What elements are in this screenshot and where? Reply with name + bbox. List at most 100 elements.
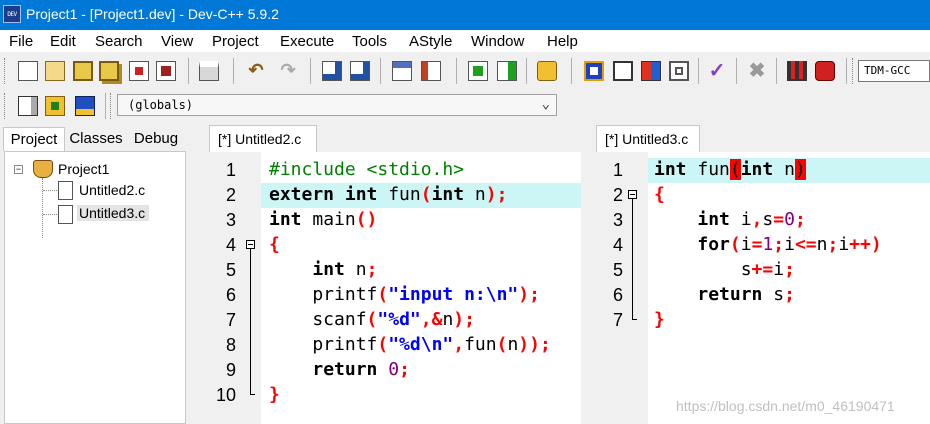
code-line: for(i=1;i<=n;i++) [697,234,882,255]
tree-connector [42,178,44,238]
menu-view[interactable]: View [161,33,193,50]
goto-bookmark-icon[interactable] [75,96,95,116]
project-tree: − Project1 Untitled2.c Untitled3.c [4,151,186,424]
file-icon [58,205,73,224]
line-number: 1 [612,160,623,180]
line-number: 5 [225,260,236,280]
replace-icon[interactable] [350,61,370,81]
collapse-toggle-icon[interactable]: − [14,165,23,174]
tab-project[interactable]: Project [3,127,65,151]
project-folder-icon [33,160,53,178]
find-icon[interactable] [322,61,342,81]
toolbar-separator [188,58,189,84]
code-line: extern int fun(int n); [269,184,508,205]
menu-search[interactable]: Search [95,33,143,50]
line-number: 7 [225,310,236,330]
save-icon[interactable] [73,61,93,81]
remove-from-project-icon[interactable] [497,61,517,81]
compiler-select[interactable]: TDM-GCC [858,60,930,82]
chevron-down-icon[interactable]: ⌄ [542,96,550,112]
scope-value: (globals) [128,98,194,112]
toolbar-grip[interactable] [852,58,856,84]
syntax-check-icon[interactable]: ✓ [707,61,727,81]
toolbar-grip[interactable] [4,93,8,119]
line-number: 9 [225,360,236,380]
devcpp-app-icon[interactable]: DEV [3,5,21,23]
compile-icon[interactable] [584,61,604,81]
editor-untitled2: [*] Untitled2.c 1 2 3 4 5 6 7 8 9 10 #in… [206,122,586,424]
window-title: Project1 - [Project1.dev] - Dev-C++ 5.9.… [26,6,279,22]
delete-profile-icon[interactable] [815,61,835,81]
profile-chart-icon[interactable] [787,61,807,81]
fold-line [632,199,633,319]
redo-icon[interactable]: ↷ [278,61,298,81]
menu-project[interactable]: Project [212,33,259,50]
fold-toggle-icon[interactable] [246,240,255,249]
file-icon [58,181,73,200]
add-to-project-icon[interactable] [468,61,488,81]
compile-run-icon[interactable] [641,61,661,81]
tree-file-untitled2[interactable]: Untitled2.c [79,182,145,198]
code-line: int n; [312,259,378,280]
fold-line [250,249,251,394]
tab-untitled2[interactable]: [*] Untitled2.c [209,125,317,152]
menu-tools[interactable]: Tools [352,33,387,50]
line-number: 7 [612,310,623,330]
toolbar-separator [310,58,311,84]
project-panel: Project Classes Debug − Project1 Untitle… [0,122,198,424]
undo-icon[interactable]: ↶ [246,61,266,81]
code-line: printf("%d\n",fun(n)); [269,334,551,355]
toolbar-separator [456,58,457,84]
toolbar-separator [776,58,777,84]
code-line: s+=i; [654,259,795,280]
open-file-icon[interactable] [45,61,65,81]
code-line: #include <stdio.h> [269,159,465,180]
stop-execution-icon[interactable]: ✖ [747,61,767,81]
editor-untitled3: [*] Untitled3.c 1 2 3 4 5 6 7 int fun(in… [593,122,930,424]
code-line: { [269,234,280,255]
menu-edit[interactable]: Edit [50,33,76,50]
tree-project-root[interactable]: Project1 [58,161,109,177]
line-number: 4 [225,235,236,255]
run-icon[interactable] [613,61,633,81]
line-number: 3 [612,210,623,230]
menu-help[interactable]: Help [547,33,578,50]
toolbar-separator [698,58,699,84]
close-all-icon[interactable] [156,61,176,81]
title-bar: DEV Project1 - [Project1.dev] - Dev-C++ … [0,0,930,30]
toolbar-separator [233,58,234,84]
toolbar-separator [526,58,527,84]
close-file-icon[interactable] [129,61,149,81]
indent-icon[interactable] [392,61,412,81]
print-icon[interactable] [199,61,219,81]
toolbar-separator [571,58,572,84]
save-all-icon[interactable] [99,61,119,81]
menu-window[interactable]: Window [471,33,524,50]
insert-code-icon[interactable] [18,96,38,116]
code-line: int main() [269,209,378,230]
code-line: scanf("%d",&n); [269,309,475,330]
code-lines: int fun(int n) { int i,s=0; for(i=1;i<=n… [654,157,882,332]
menu-file[interactable]: File [9,33,33,50]
toolbar-grip[interactable] [110,93,114,119]
tab-classes[interactable]: Classes [66,127,126,151]
goto-line-icon[interactable] [421,61,441,81]
toolbar-separator [105,93,106,119]
scope-select[interactable]: (globals) ⌄ [117,94,557,116]
line-number: 3 [225,210,236,230]
menu-bar: File Edit Search View Project Execute To… [0,30,930,52]
rebuild-all-icon[interactable] [669,61,689,81]
toggle-bookmark-icon[interactable] [45,96,65,116]
fold-end [250,394,255,395]
tab-untitled3[interactable]: [*] Untitled3.c [596,125,700,152]
new-file-icon[interactable] [18,61,38,81]
menu-execute[interactable]: Execute [280,33,334,50]
tab-debug[interactable]: Debug [128,127,184,151]
line-number: 6 [225,285,236,305]
toolbar-separator [380,58,381,84]
menu-astyle[interactable]: AStyle [409,33,452,50]
tree-file-untitled3[interactable]: Untitled3.c [77,205,150,221]
project-options-icon[interactable] [537,61,557,81]
toolbar-grip[interactable] [4,58,8,84]
fold-toggle-icon[interactable] [628,190,637,199]
